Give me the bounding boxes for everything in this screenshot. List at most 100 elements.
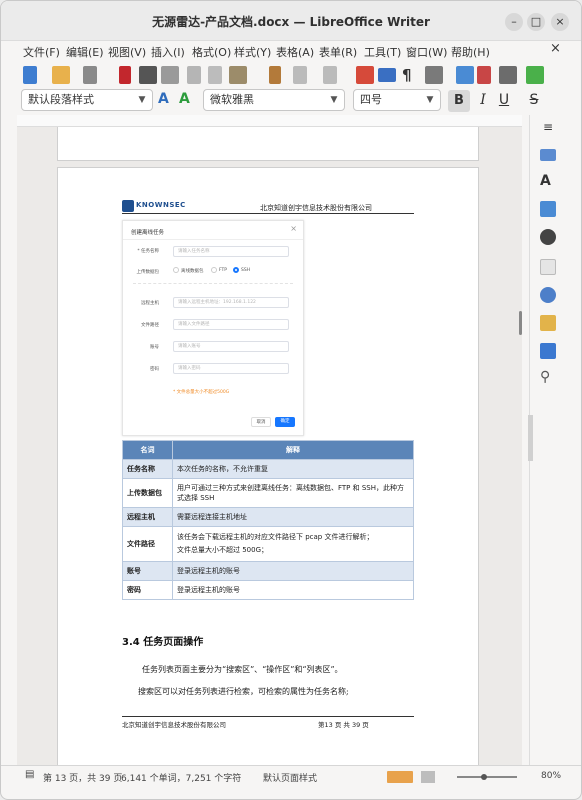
insert-special-icon[interactable] <box>526 66 544 84</box>
document-canvas[interactable]: KNOWNSEC 北京知道创宇信息技术股份有限公司 创建离线任务 × * 任务名… <box>17 127 522 765</box>
italic-button[interactable]: I <box>474 92 492 110</box>
table-cell-key: 文件路径 <box>122 526 173 562</box>
chevron-down-icon: ▼ <box>330 95 338 105</box>
insert-chart-icon[interactable] <box>477 66 491 84</box>
menu-insert[interactable]: 插入(I) <box>151 44 185 60</box>
table-cell-key: 远程主机 <box>122 507 173 527</box>
find-replace-icon[interactable] <box>356 66 374 84</box>
find-icon[interactable]: ⚲ <box>540 369 556 385</box>
font-size-select[interactable]: 四号 ▼ <box>353 89 441 111</box>
design-icon[interactable] <box>540 343 556 359</box>
radio-ssh-icon <box>233 267 239 273</box>
table-row: 文件路径 该任务会下载远程主机的对应文件路径下 pcap 文件进行解析； 文件总量… <box>122 526 414 562</box>
table-cell-value: 用户可通过三种方式来创建离线任务：离线数据包、FTP 和 SSH，此种方式选择 … <box>172 478 414 508</box>
paragraph-1: 任务列表页面主要分为“搜索区”、“操作区”和“列表区”。 <box>142 665 343 674</box>
menu-window[interactable]: 窗口(W) <box>406 44 447 60</box>
page-style[interactable]: 默认页面样式 <box>263 771 317 784</box>
dialog-cancel-button: 取消 <box>251 417 271 427</box>
manage-changes-icon[interactable] <box>540 315 556 331</box>
book-view-icon[interactable] <box>421 771 435 783</box>
table-cell-value: 本次任务的名称，不允许重复 <box>172 459 414 479</box>
insert-table-icon[interactable] <box>425 66 443 84</box>
paragraph-style-value: 默认段落样式 <box>28 93 94 106</box>
menu-form[interactable]: 表单(R) <box>319 44 357 60</box>
table-cell-key: 密码 <box>122 580 173 600</box>
undo-icon[interactable] <box>293 66 307 84</box>
zoom-slider-knob[interactable] <box>481 774 487 780</box>
libreoffice-window: 无源雷达-产品文档.docx — LibreOffice Writer – □ … <box>0 0 582 800</box>
paste-icon[interactable] <box>229 66 247 84</box>
radio-ftp-icon <box>211 267 217 273</box>
menu-edit[interactable]: 编辑(E) <box>66 44 104 60</box>
path-field: 请输入文件路径 <box>173 319 289 330</box>
previous-page-bottom <box>57 127 479 161</box>
export-pdf-icon[interactable] <box>119 66 131 84</box>
insert-textbox-icon[interactable] <box>499 66 517 84</box>
document-page: KNOWNSEC 北京知道创宇信息技术股份有限公司 创建离线任务 × * 任务名… <box>57 167 479 765</box>
strikethrough-button[interactable]: S <box>525 92 543 110</box>
new-document-icon[interactable] <box>23 66 37 84</box>
bold-button[interactable]: B <box>448 90 470 112</box>
account-field: 请输入账号 <box>173 341 289 352</box>
menu-format[interactable]: 格式(O) <box>192 44 231 60</box>
underline-button[interactable]: U <box>495 92 513 110</box>
menu-view[interactable]: 视图(V) <box>108 44 146 60</box>
page-count[interactable]: 第 13 页，共 39 页 <box>43 771 122 784</box>
password-field: 请输入密码 <box>173 363 289 374</box>
header-company: 北京知道创宇信息技术股份有限公司 <box>260 204 372 212</box>
gallery-icon[interactable] <box>540 201 556 217</box>
style-inspector-icon[interactable] <box>540 287 556 303</box>
open-icon[interactable] <box>52 66 70 84</box>
font-name-value: 微软雅黑 <box>210 93 254 106</box>
properties-icon[interactable] <box>540 149 556 161</box>
horizontal-ruler[interactable] <box>17 115 522 127</box>
spelling-icon[interactable] <box>378 68 396 82</box>
close-document-icon[interactable]: × <box>550 41 561 56</box>
radio-offline-icon <box>173 267 179 273</box>
save-icon[interactable] <box>83 66 97 84</box>
styles-icon[interactable]: A <box>540 173 556 189</box>
close-button[interactable]: × <box>551 13 569 31</box>
menu-styles[interactable]: 样式(Y) <box>234 44 271 60</box>
view-layout-icon[interactable] <box>387 771 413 783</box>
paragraph-2: 搜索区可以对任务列表进行检索，可检索的属性为任务名称; <box>138 687 349 696</box>
copy-icon[interactable] <box>208 66 222 84</box>
print-icon[interactable] <box>139 66 157 84</box>
redo-icon[interactable] <box>323 66 337 84</box>
insert-image-icon[interactable] <box>456 66 474 84</box>
table-cell-value: 登录远程主机的账号 <box>172 561 414 581</box>
vertical-scrollbar-thumb[interactable] <box>519 311 522 335</box>
radio-ssh-label: SSH <box>241 268 251 273</box>
formatting-marks-icon[interactable]: ¶ <box>402 66 420 84</box>
cut-icon[interactable] <box>187 66 201 84</box>
sidebar-collapse-handle[interactable] <box>528 415 533 461</box>
host-field: 请输入远程主机地址：192.168.1.122 <box>173 297 289 308</box>
table-row: 密码 登录远程主机的账号 <box>122 580 414 600</box>
paragraph-style-select[interactable]: 默认段落样式 ▼ <box>21 89 153 111</box>
table-header-cell: 解释 <box>172 440 414 460</box>
new-style-icon[interactable]: A <box>179 91 197 109</box>
update-style-icon[interactable]: A <box>158 91 176 109</box>
sidebar-menu-icon[interactable]: ≡ <box>540 119 556 135</box>
table-cell-value: 登录远程主机的账号 <box>172 580 414 600</box>
navigator-icon[interactable] <box>540 229 556 245</box>
page-icon[interactable] <box>540 259 556 275</box>
menu-help[interactable]: 帮助(H) <box>451 44 490 60</box>
clone-formatting-icon[interactable] <box>269 66 281 84</box>
menu-tools[interactable]: 工具(T) <box>364 44 401 60</box>
menu-file[interactable]: 文件(F) <box>23 44 60 60</box>
maximize-button[interactable]: □ <box>527 13 545 31</box>
zoom-slider[interactable] <box>457 776 517 778</box>
minimize-button[interactable]: – <box>505 13 523 31</box>
font-name-select[interactable]: 微软雅黑 ▼ <box>203 89 345 111</box>
password-label: 密码 <box>150 367 159 372</box>
zoom-level[interactable]: 80% <box>541 771 561 781</box>
window-title: 无源雷达-产品文档.docx — LibreOffice Writer <box>152 15 430 29</box>
print-preview-icon[interactable] <box>161 66 179 84</box>
menu-table[interactable]: 表格(A) <box>276 44 314 60</box>
knownsec-logo-icon <box>122 200 134 212</box>
table-row: 任务名称 本次任务的名称，不允许重复 <box>122 459 414 479</box>
table-cell-key: 账号 <box>122 561 173 581</box>
logo-text: KNOWNSEC <box>136 201 186 209</box>
section-heading: 3.4 任务页面操作 <box>122 637 204 648</box>
